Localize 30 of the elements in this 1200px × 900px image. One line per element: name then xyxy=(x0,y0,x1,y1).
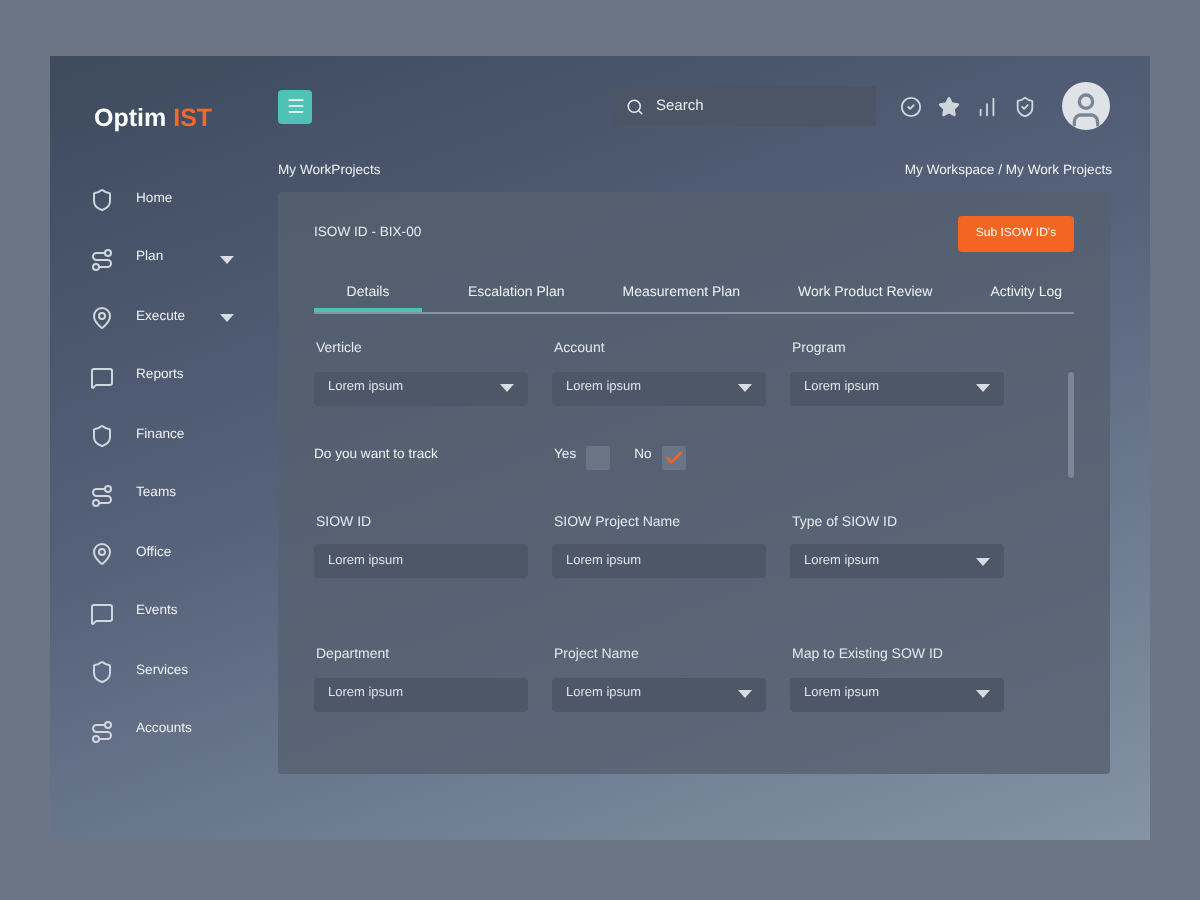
caret-icon xyxy=(976,557,990,565)
caret-icon xyxy=(220,255,234,263)
star-icon[interactable] xyxy=(938,95,960,117)
route-icon xyxy=(90,483,114,507)
shield-icon xyxy=(90,188,114,212)
logo-text: Optim IST xyxy=(94,104,213,132)
check-circle-icon[interactable] xyxy=(900,95,922,117)
chat-icon xyxy=(90,601,114,625)
chart-icon[interactable] xyxy=(976,95,998,117)
avatar[interactable] xyxy=(1062,82,1110,130)
caret-icon xyxy=(500,384,514,392)
caret-icon xyxy=(976,690,990,698)
checkbox[interactable] xyxy=(661,445,686,469)
search-icon xyxy=(626,97,644,115)
caret-icon xyxy=(738,384,752,392)
route-icon xyxy=(90,247,114,271)
menu-icon xyxy=(285,96,305,116)
chat-icon xyxy=(90,365,114,389)
map-pin-icon xyxy=(90,306,114,330)
map-pin-icon xyxy=(90,542,114,566)
check-icon xyxy=(663,447,684,467)
shield-icon[interactable] xyxy=(1014,95,1036,117)
caret-icon xyxy=(738,690,752,698)
shield-icon xyxy=(90,660,114,684)
route-icon xyxy=(90,719,114,743)
scrollbar[interactable] xyxy=(1068,372,1074,478)
shield-icon xyxy=(90,424,114,448)
caret-icon xyxy=(976,384,990,392)
caret-icon xyxy=(220,314,234,322)
menu-button[interactable] xyxy=(278,89,312,123)
